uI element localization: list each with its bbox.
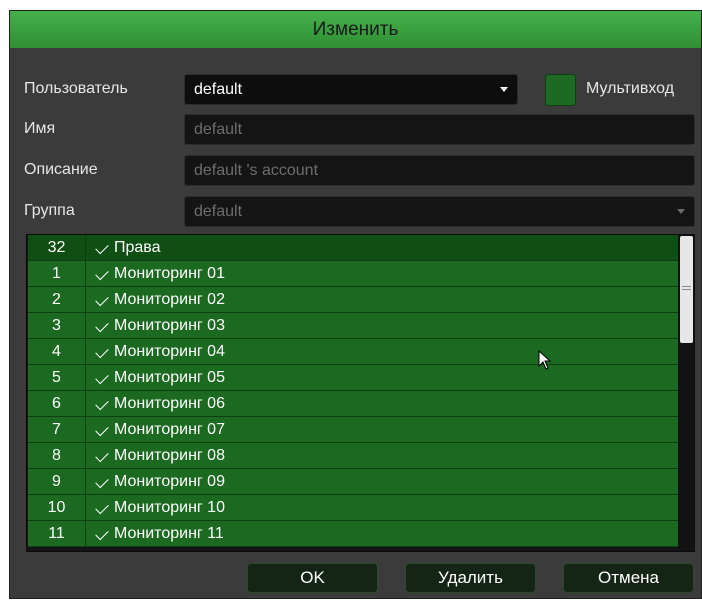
permission-row[interactable]: 6 Мониторинг 06 — [28, 391, 678, 417]
row-number: 6 — [28, 391, 86, 416]
user-select-value: default — [194, 81, 243, 98]
check-icon[interactable] — [95, 474, 109, 489]
user-select[interactable]: default — [184, 74, 518, 105]
ok-button[interactable]: OK — [247, 563, 378, 593]
name-label: Имя — [24, 120, 56, 137]
row-number: 2 — [28, 287, 86, 312]
grip-line — [682, 289, 691, 290]
row-number: 9 — [28, 469, 86, 494]
row-number: 1 — [28, 261, 86, 286]
permission-row[interactable]: 4 Мониторинг 04 — [28, 339, 678, 365]
permissions-header-row[interactable]: 32 Права — [28, 235, 678, 261]
row-label: Мониторинг 07 — [114, 421, 225, 438]
check-icon[interactable] — [95, 448, 109, 463]
check-icon[interactable] — [95, 422, 109, 437]
check-icon[interactable] — [95, 500, 109, 515]
check-icon[interactable] — [95, 318, 109, 333]
chevron-down-icon — [677, 209, 685, 214]
group-label: Группа — [24, 202, 75, 219]
delete-button[interactable]: Удалить — [405, 563, 536, 593]
user-label: Пользователь — [24, 80, 128, 97]
permission-row[interactable]: 8 Мониторинг 08 — [28, 443, 678, 469]
row-label: Мониторинг 09 — [114, 473, 225, 490]
permissions-list: 32 Права 1 Мониторинг 01 2 Мониторинг 02… — [26, 234, 695, 552]
check-icon[interactable] — [95, 526, 109, 541]
row-number: 5 — [28, 365, 86, 390]
dialog-title: Изменить — [10, 11, 701, 48]
list-scrollbar[interactable] — [678, 235, 694, 551]
permissions-count: 32 — [28, 235, 86, 260]
grip-line — [682, 286, 691, 287]
row-label: Мониторинг 01 — [114, 265, 225, 282]
row-number: 10 — [28, 495, 86, 520]
permission-row[interactable]: 11 Мониторинг 11 — [28, 521, 678, 547]
row-number: 11 — [28, 521, 86, 546]
row-label: Мониторинг 02 — [114, 291, 225, 308]
permissions-header-label: Права — [114, 239, 161, 256]
check-icon[interactable] — [95, 240, 109, 255]
description-label: Описание — [24, 161, 98, 178]
permission-row[interactable]: 2 Мониторинг 02 — [28, 287, 678, 313]
permission-row[interactable]: 10 Мониторинг 10 — [28, 495, 678, 521]
row-number: 3 — [28, 313, 86, 338]
row-label: Мониторинг 11 — [114, 525, 224, 542]
edit-user-dialog: Изменить Пользователь default Мультивход… — [9, 10, 702, 599]
mouse-pointer-icon — [538, 350, 552, 370]
permission-row[interactable]: 7 Мониторинг 07 — [28, 417, 678, 443]
check-icon[interactable] — [95, 396, 109, 411]
check-icon[interactable] — [95, 370, 109, 385]
row-label: Мониторинг 10 — [114, 499, 225, 516]
permission-row[interactable]: 5 Мониторинг 05 — [28, 365, 678, 391]
check-icon[interactable] — [95, 266, 109, 281]
group-select[interactable]: default — [184, 196, 695, 227]
row-label: Мониторинг 04 — [114, 343, 225, 360]
permission-row[interactable]: 3 Мониторинг 03 — [28, 313, 678, 339]
permission-row[interactable]: 9 Мониторинг 09 — [28, 469, 678, 495]
row-label: Мониторинг 03 — [114, 317, 225, 334]
permission-row[interactable]: 1 Мониторинг 01 — [28, 261, 678, 287]
check-icon[interactable] — [95, 292, 109, 307]
scrollbar-thumb[interactable] — [680, 236, 693, 343]
row-label: Мониторинг 05 — [114, 369, 225, 386]
chevron-down-icon — [500, 87, 508, 92]
group-select-value: default — [194, 203, 243, 220]
multi-login-checkbox[interactable] — [545, 74, 576, 106]
row-number: 7 — [28, 417, 86, 442]
description-field[interactable]: default 's account — [184, 155, 695, 186]
cancel-button[interactable]: Отмена — [563, 563, 694, 593]
row-label: Мониторинг 06 — [114, 395, 225, 412]
multi-login-label: Мультивход — [586, 80, 675, 97]
check-icon[interactable] — [95, 344, 109, 359]
row-number: 8 — [28, 443, 86, 468]
row-number: 4 — [28, 339, 86, 364]
row-label: Мониторинг 08 — [114, 447, 225, 464]
name-field[interactable]: default — [184, 114, 695, 145]
